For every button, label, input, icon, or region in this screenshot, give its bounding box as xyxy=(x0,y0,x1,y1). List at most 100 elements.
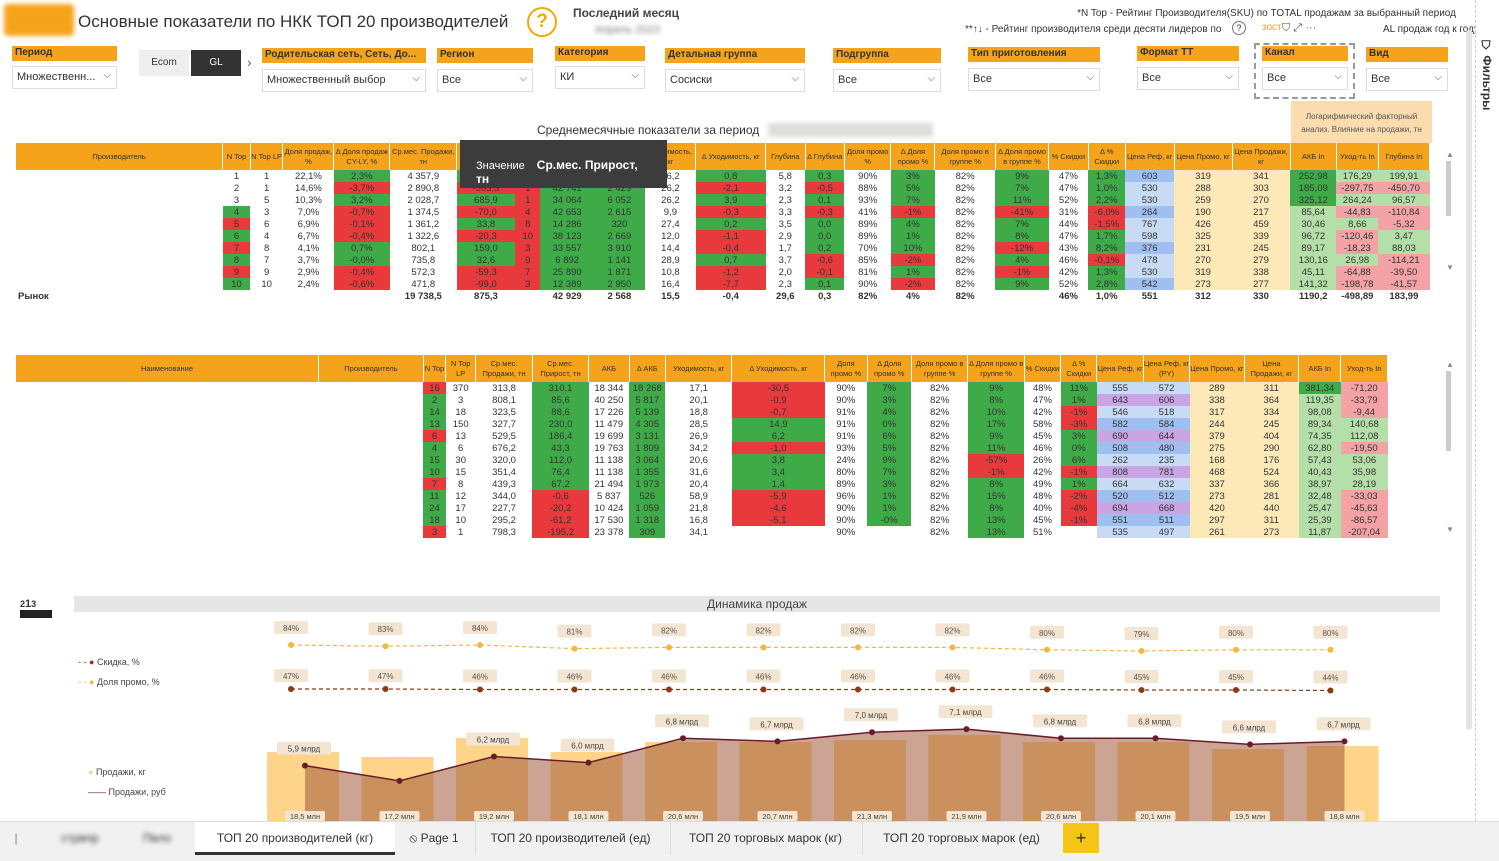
t2-col-17[interactable]: Цена Реф, кг (PY) xyxy=(1143,355,1191,382)
filter-channel-select[interactable]: Все ⌵ xyxy=(1262,67,1348,90)
table-row[interactable]: 4 6 676,2 43,3 19 763 1 809 34,2 -1,0 93% 5% 82% 11… xyxy=(16,442,1388,454)
table-row[interactable]: 6 4 6,7% -0,4% 1 322,6 -20,3 10 38 123 2 669 12,0… xyxy=(16,230,1430,242)
table-row[interactable]: 7 8 439,3 67,2 21 494 1 973 20,4 1,4 89% 3% 82% 8% 4… xyxy=(16,478,1388,490)
tab-top20-units[interactable]: ТОП 20 производителей (ед) xyxy=(475,822,665,855)
t2-col-14[interactable]: % Скидки xyxy=(1024,355,1062,382)
page-scrollbar[interactable] xyxy=(1466,30,1472,730)
table-row[interactable]: 2 3 808,1 85,6 40 250 5 817 20,1 -0,9 90% 3% 82% 8%… xyxy=(16,394,1388,406)
filter-category-select[interactable]: КИ ⌵ xyxy=(555,66,645,89)
tab-brands-kg[interactable]: ТОП 20 торговых марок (кг) xyxy=(670,822,860,855)
t2-col-12[interactable]: Доля промо в группе % xyxy=(911,355,969,382)
sales-rub-label: 6,7 млрд xyxy=(1327,720,1360,729)
t1-col-14[interactable]: Доля промо % xyxy=(844,143,892,170)
t2-col-1[interactable]: Производитель xyxy=(318,355,424,382)
table-row[interactable]: 24 17 227,7 -20,2 10 424 1 059 21,8 -4,6 90% 1% 82… xyxy=(16,502,1388,514)
t2-col-2[interactable]: N Top xyxy=(423,355,447,382)
tab-brands-units[interactable]: ТОП 20 торговых марок (ед) xyxy=(862,822,1060,855)
table-row[interactable]: 7 8 4,1% 0,7% 802,1 159,0 3 33 557 3 910 14,4 -0,4… xyxy=(16,242,1430,254)
tab-hidden-2[interactable]: Пвло xyxy=(120,822,194,855)
visual-toolbar-icons[interactable]: ⛉ ⤢ ⋯ xyxy=(1282,22,1316,35)
t1-col-12[interactable]: Глубина xyxy=(765,143,806,170)
t1-col-4[interactable]: Δ Доля продаж CY-LY, % xyxy=(333,143,391,170)
t2-col-5[interactable]: Ср.мес. Прирост, тн xyxy=(532,355,590,382)
t2-col-15[interactable]: Δ % Скидки xyxy=(1060,355,1098,382)
t1-col-15[interactable]: Δ Доля промо % xyxy=(890,143,936,170)
t1-col-2[interactable]: N Top LP xyxy=(250,143,284,170)
t1-col-24[interactable]: Уход-ть In xyxy=(1336,143,1379,170)
table-row[interactable]: 6 13 529,5 186,4 19 699 3 131 26,9 6,2 91% 6% 82% 9… xyxy=(16,430,1388,442)
t2-col-18[interactable]: Цена Промо, кг xyxy=(1189,355,1245,382)
filters-pane[interactable]: ⛉ Фильтры xyxy=(1475,0,1499,821)
t2-col-6[interactable]: АКБ xyxy=(588,355,630,382)
filter-cooking-select[interactable]: Все ⌵ xyxy=(968,68,1100,91)
table-row[interactable]: 3 1 798,3 -195,2 23 378 309 34,1 90% 82% 13% 51% 53… xyxy=(16,526,1388,538)
t2-col-0[interactable]: Наименование xyxy=(16,355,320,382)
table-row[interactable]: 8 7 3,7% -0,0% 735,8 32,6 9 6 892 1 141 28,9 0,7 3,… xyxy=(16,254,1430,266)
t2-col-7[interactable]: Δ АКБ xyxy=(629,355,666,382)
tab-hidden-1[interactable]: стрвпр xyxy=(40,822,120,855)
filter-format-select[interactable]: Все ⌵ xyxy=(1137,67,1239,90)
t2-col-20[interactable]: АКБ In xyxy=(1298,355,1342,382)
table-row[interactable]: 5 6 6,9% -0,1% 1 361,2 33,8 8 14 286 320 27,4 0,2 3… xyxy=(16,218,1430,230)
t2-col-4[interactable]: Ср.мес. Продажи, тн xyxy=(475,355,533,382)
table-row[interactable]: 9 9 2,9% -0,4% 572,3 -59,3 7 25 890 1 871 10,8 -1,… xyxy=(16,266,1430,278)
help-icon[interactable]: ? xyxy=(527,7,557,37)
t1-col-25[interactable]: Глубина In xyxy=(1378,143,1431,170)
table-row[interactable]: 3 5 10,3% 3,2% 2 028,7 685,9 1 34 064 6 052 26,2 3… xyxy=(16,194,1430,206)
tabs-left-arrow[interactable]: | xyxy=(0,822,32,855)
table-row[interactable]: 13 150 327,7 230,0 11 479 4 305 28,5 14,9 91% 0% 8… xyxy=(16,418,1388,430)
t1-col-21[interactable]: Цена Промо, кг xyxy=(1174,143,1233,170)
t2-col-11[interactable]: Δ Доля промо % xyxy=(867,355,912,382)
t1-col-23[interactable]: АКБ In xyxy=(1290,143,1337,170)
table-row[interactable]: 1122,1%2,3%4 357,9623,7142 7412 42926,20… xyxy=(16,170,1430,182)
t2-col-3[interactable]: N Top LP xyxy=(445,355,477,382)
promo-point xyxy=(760,686,767,693)
t1-col-16[interactable]: Доля промо в группе % xyxy=(934,143,996,170)
filter-network-select[interactable]: Множественный выбор ⌵ xyxy=(262,69,426,92)
table1-scrollbar[interactable]: ▲ ▼ xyxy=(1446,150,1454,290)
t2-col-13[interactable]: Δ Доля промо в группе % xyxy=(967,355,1025,382)
promo-label: 45% xyxy=(1228,673,1244,682)
t1-col-19[interactable]: Δ % Скидки xyxy=(1088,143,1126,170)
tab-page1[interactable]: ⦸ Page 1 xyxy=(398,822,470,855)
promo-point xyxy=(571,686,578,693)
t2-col-9[interactable]: Δ Уходимость, кг xyxy=(731,355,826,382)
filter-subgroup-select[interactable]: Все ⌵ xyxy=(833,69,941,92)
table-row[interactable]: 16 370 313,8 310,1 18 344 18 268 17,1 -30,5 90% 7… xyxy=(16,382,1388,394)
table-row[interactable]: 10 10 2,4% -0,6% 471,8 -99,0 3 12 389 2 950 16,4 -… xyxy=(16,278,1430,290)
t1-col-11[interactable]: Δ Уходимость, кг xyxy=(695,143,767,170)
table-row[interactable]: 14 18 323,5 88,6 17 226 5 139 18,8 -0,7 91% 4% 82%… xyxy=(16,406,1388,418)
t2-col-8[interactable]: Уходимость, кг xyxy=(665,355,733,382)
info-icon[interactable]: ? xyxy=(1232,21,1246,35)
table2-scrollbar[interactable]: ▲ ▼ xyxy=(1446,360,1454,550)
tab-top20-kg[interactable]: ТОП 20 производителей (кг) xyxy=(195,822,395,855)
add-page-button[interactable]: + xyxy=(1063,823,1099,853)
t2-col-19[interactable]: Цена Продажи, кг xyxy=(1244,355,1300,382)
t1-col-22[interactable]: Цена Продажи, кг xyxy=(1232,143,1291,170)
t1-col-13[interactable]: Δ Глубина xyxy=(805,143,845,170)
chevron-right-icon[interactable]: › xyxy=(247,54,252,70)
t2-col-10[interactable]: Доля промо % xyxy=(824,355,868,382)
t1-col-18[interactable]: % Скидки xyxy=(1048,143,1089,170)
table-row[interactable]: 4 3 7,0% -0,7% 1 374,5 -70,0 4 42 653 2 615 9,9 -0… xyxy=(16,206,1430,218)
t2-col-21[interactable]: Уход-ть In xyxy=(1340,355,1388,382)
table-row[interactable]: 18 10 295,2 -61,2 17 530 1 318 16,8 -5,1 90% -0% 8… xyxy=(16,514,1388,526)
ecom-toggle[interactable]: Ecom xyxy=(139,50,189,76)
t2-col-16[interactable]: Цена Реф, кг xyxy=(1096,355,1144,382)
t1-col-0[interactable]: Производитель xyxy=(16,143,224,170)
table-row[interactable]: 10 15 351,4 76,4 11 138 1 355 31,6 3,4 80% 7% 82% -… xyxy=(16,466,1388,478)
t1-col-1[interactable]: N Top xyxy=(222,143,251,170)
t1-col-3[interactable]: Доля продаж, % xyxy=(282,143,335,170)
t1-col-17[interactable]: Δ Доля промо в группе % xyxy=(995,143,1050,170)
gl-toggle[interactable]: GL xyxy=(191,50,241,76)
table-row[interactable]: 11 12 344,0 -0,6 5 837 526 58,9 -5,9 96% 1% 82% 15%… xyxy=(16,490,1388,502)
table-cell: -0,1 xyxy=(805,266,845,278)
filter-region-select[interactable]: Все ⌵ xyxy=(437,69,533,92)
filter-kind-select[interactable]: Все ⌵ xyxy=(1366,68,1448,91)
t1-col-5[interactable]: Ср.мес. Продажи, тн xyxy=(389,143,458,170)
t1-col-20[interactable]: Цена Реф, кг xyxy=(1125,143,1175,170)
table-row[interactable]: 2 1 14,6% -3,7% 2 890,8 -563,3 1 42 741 2 429 26,… xyxy=(16,182,1430,194)
table-row[interactable]: 15 30 320,0 112,0 11 138 3 064 20,6 3,8 24% 9% 82%… xyxy=(16,454,1388,466)
filter-period-select[interactable]: Множественн... ⌵ xyxy=(12,66,117,89)
filter-detail-group-select[interactable]: Сосиски ⌵ xyxy=(665,69,805,92)
